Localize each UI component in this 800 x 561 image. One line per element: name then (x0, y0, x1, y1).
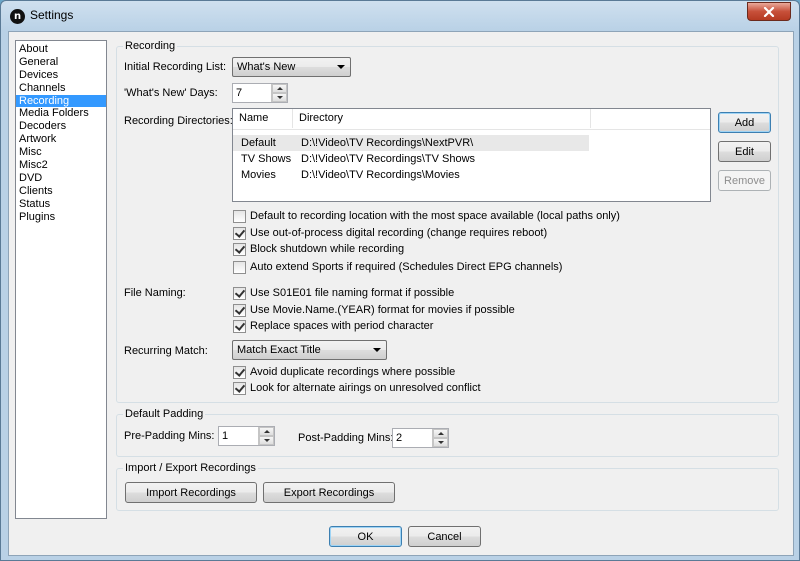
checkbox-box[interactable] (233, 304, 246, 317)
spin-up-icon[interactable] (272, 84, 287, 93)
checkbox-label: Look for alternate airings on unresolved… (250, 382, 481, 394)
table-row[interactable]: Movies D:\!Video\TV Recordings\Movies (233, 167, 589, 183)
nav-item-misc[interactable]: Misc (16, 146, 106, 159)
checkbox-label: Use S01E01 file naming format if possibl… (250, 287, 455, 299)
nav-item-misc2[interactable]: Misc2 (16, 159, 106, 172)
cancel-button[interactable]: Cancel (408, 526, 481, 547)
close-icon (763, 6, 775, 17)
pre-padding-spinner[interactable]: 1 (218, 426, 275, 446)
initial-recording-list-dropdown[interactable]: What's New (232, 57, 351, 77)
window-title: Settings (30, 8, 74, 22)
post-padding-value: 2 (396, 432, 403, 444)
recording-group-title: Recording (123, 40, 178, 52)
post-padding-spinner[interactable]: 2 (392, 428, 449, 448)
checkbox-label: Default to recording location with the m… (250, 210, 620, 222)
directory-name-cell: Movies (241, 169, 276, 181)
recording-directories-list[interactable]: Name Directory Default D:\!Video\TV Reco… (232, 108, 711, 202)
whats-new-days-label: 'What's New' Days: (124, 87, 218, 99)
pre-padding-value: 1 (222, 430, 229, 442)
nav-item-about[interactable]: About (16, 43, 106, 56)
list-header: Name Directory (233, 109, 710, 130)
whats-new-days-value: 7 (236, 87, 243, 99)
column-header-directory[interactable]: Directory (293, 109, 591, 128)
spin-up-icon[interactable] (259, 427, 274, 436)
checkbox-label: Auto extend Sports if required (Schedule… (250, 261, 563, 273)
directory-path-cell: D:\!Video\TV Recordings\NextPVR\ (301, 137, 474, 149)
close-button[interactable] (747, 2, 791, 21)
recurring-match-value: Match Exact Title (237, 344, 321, 356)
pre-padding-label: Pre-Padding Mins: (124, 430, 215, 442)
checkbox-box[interactable] (233, 320, 246, 333)
checkbox-box[interactable] (233, 382, 246, 395)
spinner-buttons (258, 427, 274, 445)
checkbox-box[interactable] (233, 227, 246, 240)
recurring-match-dropdown[interactable]: Match Exact Title (232, 340, 387, 360)
file-naming-label: File Naming: (124, 287, 186, 299)
nav-item-dvd[interactable]: DVD (16, 172, 106, 185)
import-export-group-title: Import / Export Recordings (123, 462, 258, 474)
table-row[interactable]: TV Shows D:\!Video\TV Recordings\TV Show… (233, 151, 589, 167)
checkbox-box[interactable] (233, 243, 246, 256)
checkbox-label: Use Movie.Name.(YEAR) format for movies … (250, 304, 515, 316)
app-logo-icon: n (10, 9, 25, 24)
whats-new-days-spinner[interactable]: 7 (232, 83, 288, 103)
checkbox-box[interactable] (233, 210, 246, 223)
export-recordings-button[interactable]: Export Recordings (263, 482, 395, 503)
recurring-match-label: Recurring Match: (124, 345, 208, 357)
post-padding-label: Post-Padding Mins: (298, 432, 394, 444)
checkbox-label: Avoid duplicate recordings where possibl… (250, 366, 456, 378)
edit-directory-button[interactable]: Edit (718, 141, 771, 162)
checkbox-box[interactable] (233, 261, 246, 274)
checkbox-box[interactable] (233, 287, 246, 300)
import-recordings-button[interactable]: Import Recordings (125, 482, 257, 503)
settings-category-list[interactable]: About General Devices Channels Recording… (15, 40, 107, 519)
spin-up-icon[interactable] (433, 429, 448, 438)
recording-directories-label: Recording Directories: (124, 115, 233, 127)
ok-button[interactable]: OK (329, 526, 402, 547)
nav-item-channels[interactable]: Channels (16, 82, 106, 95)
spinner-buttons (432, 429, 448, 447)
nav-item-general[interactable]: General (16, 56, 106, 69)
table-row[interactable]: Default D:\!Video\TV Recordings\NextPVR\ (233, 135, 589, 151)
directory-name-cell: TV Shows (241, 153, 292, 165)
chevron-down-icon (337, 65, 345, 69)
nav-item-recording[interactable]: Recording (16, 94, 106, 108)
nav-item-decoders[interactable]: Decoders (16, 120, 106, 133)
nav-item-media-folders[interactable]: Media Folders (16, 107, 106, 120)
chevron-down-icon (373, 348, 381, 352)
title-bar[interactable]: n Settings (1, 1, 799, 31)
nav-item-artwork[interactable]: Artwork (16, 133, 106, 146)
default-padding-group-title: Default Padding (123, 408, 206, 420)
nav-item-devices[interactable]: Devices (16, 69, 106, 82)
nav-item-clients[interactable]: Clients (16, 185, 106, 198)
recording-group (116, 46, 779, 403)
settings-window: n Settings About General Devices Channel… (0, 0, 800, 561)
nav-item-status[interactable]: Status (16, 198, 106, 211)
initial-recording-list-label: Initial Recording List: (124, 61, 227, 73)
directory-name-cell: Default (241, 137, 276, 149)
column-header-name[interactable]: Name (233, 109, 293, 128)
checkbox-label: Replace spaces with period character (250, 320, 434, 332)
nav-item-plugins[interactable]: Plugins (16, 211, 106, 224)
dialog-client-area: About General Devices Channels Recording… (8, 31, 794, 556)
spin-down-icon[interactable] (259, 436, 274, 445)
directory-path-cell: D:\!Video\TV Recordings\TV Shows (301, 153, 476, 165)
remove-directory-button[interactable]: Remove (718, 170, 771, 191)
checkbox-box[interactable] (233, 366, 246, 379)
checkbox-label: Block shutdown while recording (250, 243, 405, 255)
spin-down-icon[interactable] (433, 438, 448, 447)
spinner-buttons (271, 84, 287, 102)
add-directory-button[interactable]: Add (718, 112, 771, 133)
directory-path-cell: D:\!Video\TV Recordings\Movies (301, 169, 460, 181)
checkbox-label: Use out-of-process digital recording (ch… (250, 227, 548, 239)
initial-recording-list-value: What's New (237, 61, 296, 73)
spin-down-icon[interactable] (272, 93, 287, 102)
